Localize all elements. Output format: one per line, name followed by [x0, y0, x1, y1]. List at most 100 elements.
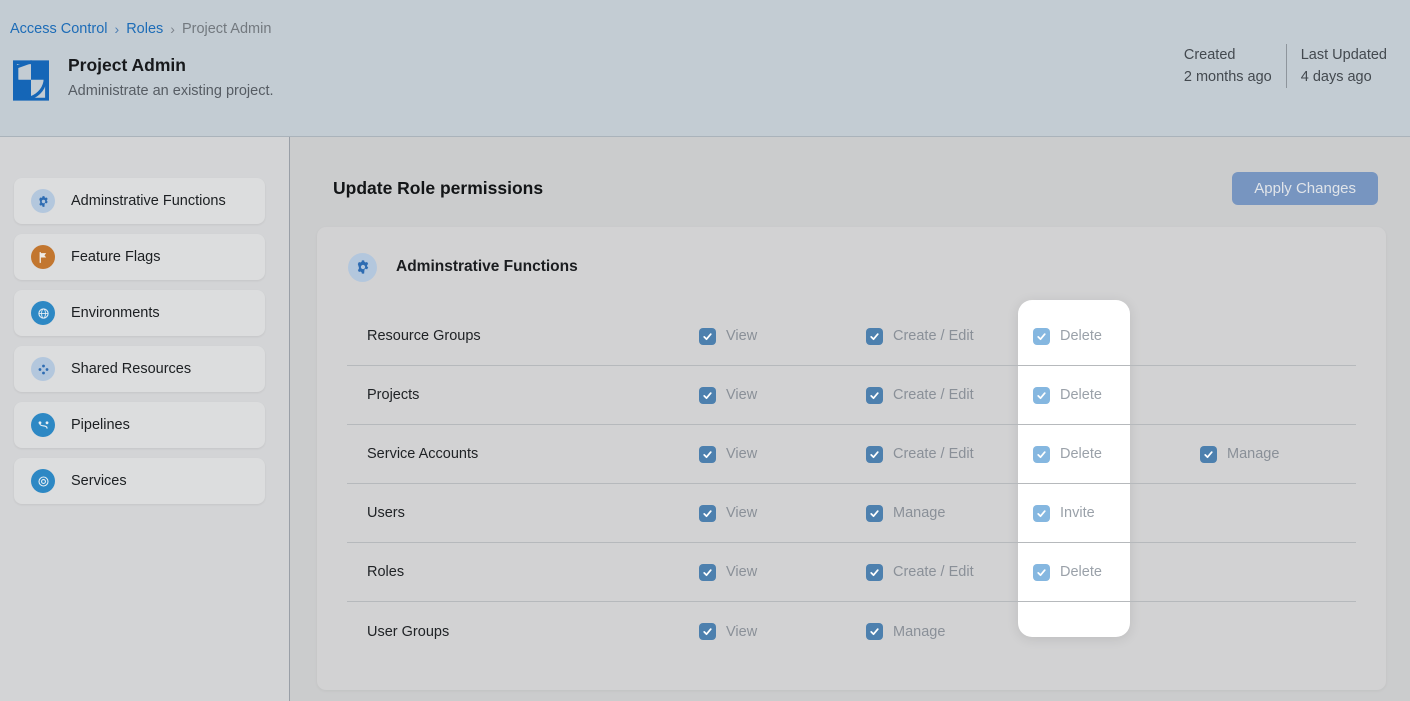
table-row: Projects View Create / Edit Delete: [347, 366, 1356, 425]
permission-label: Manage: [1227, 446, 1279, 462]
card-header: Adminstrative Functions: [317, 227, 1386, 307]
permission-checkbox-view[interactable]: View: [699, 505, 866, 522]
permission-label: Create / Edit: [893, 446, 974, 462]
row-label: Resource Groups: [367, 328, 699, 344]
checkbox-checked-icon[interactable]: [1033, 446, 1050, 463]
page-subtitle: Administrate an existing project.: [68, 83, 274, 99]
permission-label: View: [726, 564, 757, 580]
sidebar: Adminstrative Functions Feature Flags En…: [0, 137, 290, 701]
permission-checkbox-manage[interactable]: Manage: [866, 623, 1033, 640]
flag-icon: [31, 245, 55, 269]
checkbox-checked-icon[interactable]: [699, 564, 716, 581]
checkbox-checked-icon[interactable]: [699, 328, 716, 345]
table-row: Roles View Create / Edit Delete: [347, 543, 1356, 602]
sidebar-item-label: Feature Flags: [71, 249, 160, 265]
sidebar-item-label: Adminstrative Functions: [71, 193, 226, 209]
main-panel: Update Role permissions Apply Changes Ad…: [290, 137, 1410, 701]
permission-label: Create / Edit: [893, 564, 974, 580]
environment-icon: [31, 301, 55, 325]
sidebar-item-adminstrative-functions[interactable]: Adminstrative Functions: [14, 178, 265, 224]
sidebar-item-pipelines[interactable]: Pipelines: [14, 402, 265, 448]
services-icon: [31, 469, 55, 493]
permission-label: Create / Edit: [893, 387, 974, 403]
chevron-right-icon: ›: [115, 21, 120, 37]
checkbox-checked-icon[interactable]: [699, 623, 716, 640]
checkbox-checked-icon[interactable]: [699, 446, 716, 463]
role-meta: Created 2 months ago Last Updated 4 days…: [1170, 44, 1401, 88]
permission-label: View: [726, 446, 757, 462]
row-label: Users: [367, 505, 699, 521]
permission-checkbox-manage[interactable]: Manage: [866, 505, 1033, 522]
sidebar-item-label: Pipelines: [71, 417, 130, 433]
permission-label: Invite: [1060, 505, 1095, 521]
row-label: Roles: [367, 564, 699, 580]
main-topbar: Update Role permissions Apply Changes: [333, 172, 1378, 205]
table-row: Resource Groups View Create / Edit Delet…: [347, 307, 1356, 366]
permission-checkbox-delete[interactable]: Delete: [1033, 446, 1200, 463]
permission-checkbox-view[interactable]: View: [699, 623, 866, 640]
row-label: Service Accounts: [367, 446, 699, 462]
permission-checkbox-delete[interactable]: Delete: [1033, 328, 1200, 345]
permission-label: View: [726, 505, 757, 521]
row-label: User Groups: [367, 624, 699, 640]
card-title: Adminstrative Functions: [396, 258, 578, 276]
permission-label: View: [726, 624, 757, 640]
permission-checkbox-delete[interactable]: Delete: [1033, 387, 1200, 404]
sidebar-item-shared-resources[interactable]: Shared Resources: [14, 346, 265, 392]
checkbox-checked-icon[interactable]: [866, 505, 883, 522]
created-label: Created: [1184, 44, 1272, 66]
checkbox-checked-icon[interactable]: [1033, 505, 1050, 522]
permission-checkbox-create-edit[interactable]: Create / Edit: [866, 564, 1033, 581]
checkbox-checked-icon[interactable]: [1200, 446, 1217, 463]
permission-label: Delete: [1060, 328, 1102, 344]
permission-checkbox-invite[interactable]: Invite: [1033, 505, 1200, 522]
permission-checkbox-create-edit[interactable]: Create / Edit: [866, 328, 1033, 345]
permission-label: Delete: [1060, 387, 1102, 403]
permission-label: Delete: [1060, 446, 1102, 462]
permission-checkbox-create-edit[interactable]: Create / Edit: [866, 446, 1033, 463]
permission-label: Create / Edit: [893, 328, 974, 344]
permission-checkbox-manage[interactable]: Manage: [1200, 446, 1356, 463]
permission-label: Manage: [893, 505, 945, 521]
apply-changes-button[interactable]: Apply Changes: [1232, 172, 1378, 205]
breadcrumb-current: Project Admin: [182, 21, 271, 37]
sidebar-item-label: Environments: [71, 305, 160, 321]
permission-label: View: [726, 328, 757, 344]
checkbox-checked-icon[interactable]: [866, 564, 883, 581]
content-area: Adminstrative Functions Feature Flags En…: [0, 137, 1410, 701]
shared-resources-icon: [31, 357, 55, 381]
permission-checkbox-view[interactable]: View: [699, 387, 866, 404]
breadcrumb-link-roles[interactable]: Roles: [126, 21, 163, 37]
last-updated-label: Last Updated: [1301, 44, 1387, 66]
last-updated-value: 4 days ago: [1301, 66, 1387, 88]
checkbox-checked-icon[interactable]: [1033, 387, 1050, 404]
last-updated-meta: Last Updated 4 days ago: [1286, 44, 1401, 88]
checkbox-checked-icon[interactable]: [699, 505, 716, 522]
checkbox-checked-icon[interactable]: [866, 446, 883, 463]
permission-checkbox-view[interactable]: View: [699, 446, 866, 463]
checkbox-checked-icon[interactable]: [699, 387, 716, 404]
permission-checkbox-create-edit[interactable]: Create / Edit: [866, 387, 1033, 404]
checkbox-checked-icon[interactable]: [1033, 328, 1050, 345]
breadcrumb-link-access-control[interactable]: Access Control: [10, 21, 108, 37]
permission-checkbox-view[interactable]: View: [699, 564, 866, 581]
checkbox-checked-icon[interactable]: [866, 623, 883, 640]
permission-checkbox-view[interactable]: View: [699, 328, 866, 345]
sidebar-item-services[interactable]: Services: [14, 458, 265, 504]
role-shield-icon: [13, 59, 49, 102]
sidebar-item-label: Services: [71, 473, 127, 489]
table-row: Service Accounts View Create / Edit Dele…: [347, 425, 1356, 484]
sidebar-item-feature-flags[interactable]: Feature Flags: [14, 234, 265, 280]
checkbox-checked-icon[interactable]: [866, 387, 883, 404]
checkbox-checked-icon[interactable]: [1033, 564, 1050, 581]
permission-checkbox-delete[interactable]: Delete: [1033, 564, 1200, 581]
permission-label: Delete: [1060, 564, 1102, 580]
permissions-card: Adminstrative Functions Resource Groups …: [317, 227, 1386, 690]
pipeline-icon: [31, 413, 55, 437]
page-header: Access Control › Roles › Project Admin P…: [0, 0, 1410, 137]
created-meta: Created 2 months ago: [1170, 44, 1286, 88]
table-row: Users View Manage Invite: [347, 484, 1356, 543]
sidebar-item-environments[interactable]: Environments: [14, 290, 265, 336]
page-title: Project Admin: [68, 55, 186, 76]
checkbox-checked-icon[interactable]: [866, 328, 883, 345]
